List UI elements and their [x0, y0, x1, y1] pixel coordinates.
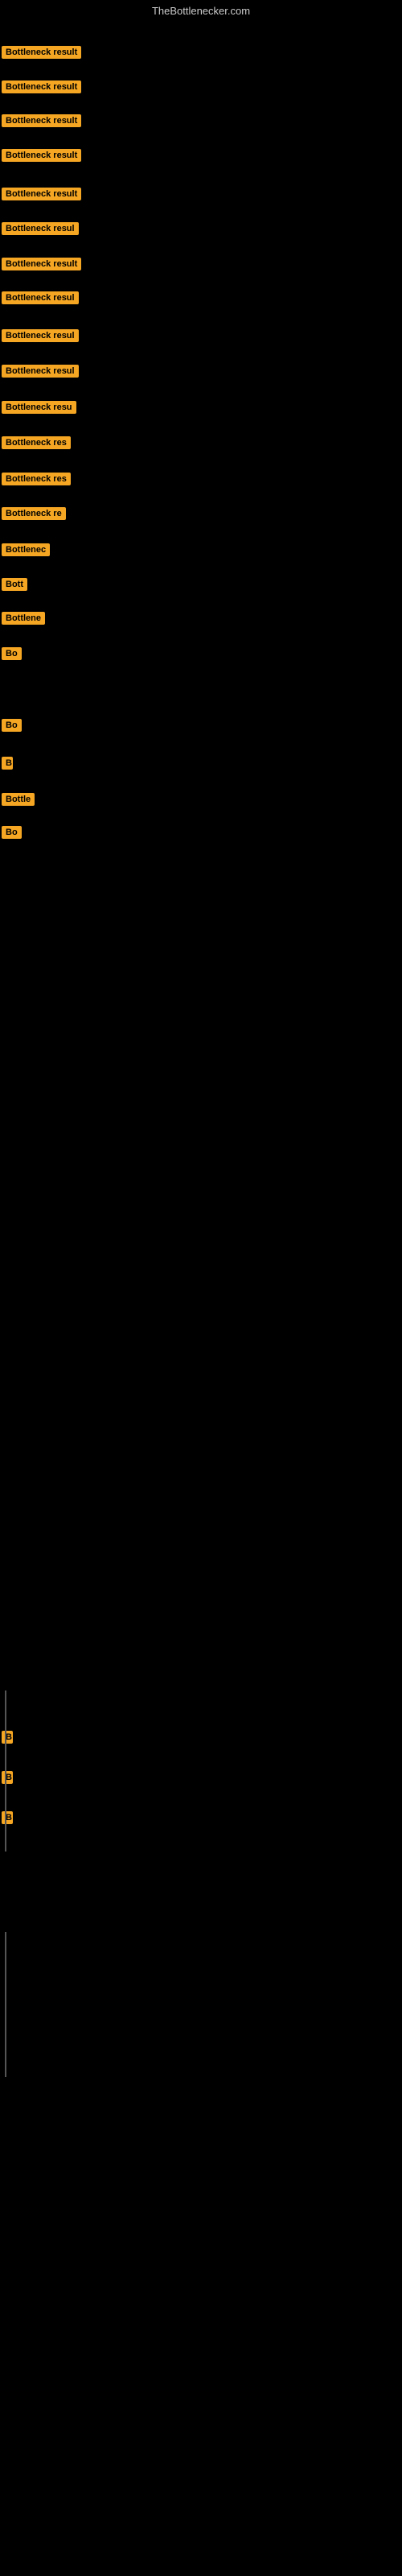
bottleneck-badge-18[interactable]: Bo: [2, 647, 22, 660]
badge-row-5: Bottleneck result: [2, 188, 81, 204]
badge-row-6: Bottleneck resul: [2, 222, 79, 239]
badge-row-2: Bottleneck result: [2, 80, 81, 97]
badge-row-22: Bo: [2, 826, 22, 843]
badge-row-13: Bottleneck res: [2, 473, 71, 489]
bottleneck-badge-2[interactable]: Bottleneck result: [2, 80, 81, 93]
bottleneck-badge-15[interactable]: Bottlenec: [2, 543, 50, 556]
bottleneck-badge-8[interactable]: Bottleneck resul: [2, 291, 79, 304]
badge-row-17: Bottlene: [2, 612, 45, 629]
badge-row-7: Bottleneck result: [2, 258, 81, 275]
bottleneck-badge-9[interactable]: Bottleneck resul: [2, 329, 79, 342]
bottleneck-badge-1[interactable]: Bottleneck result: [2, 46, 81, 59]
badge-row-12: Bottleneck res: [2, 436, 71, 453]
bottleneck-badge-23[interactable]: B: [2, 1731, 13, 1744]
bottleneck-badge-24[interactable]: B: [2, 1771, 13, 1784]
badge-row-4: Bottleneck result: [2, 149, 81, 166]
bottleneck-badge-22[interactable]: Bo: [2, 826, 22, 839]
badge-row-3: Bottleneck result: [2, 114, 81, 131]
bottleneck-badge-25[interactable]: B: [2, 1811, 13, 1824]
bottleneck-badge-7[interactable]: Bottleneck result: [2, 258, 81, 270]
badge-row-18: Bo: [2, 647, 22, 664]
bottleneck-badge-13[interactable]: Bottleneck res: [2, 473, 71, 485]
bottleneck-badge-10[interactable]: Bottleneck resul: [2, 365, 79, 378]
vertical-line-1: [5, 1690, 6, 1852]
bottleneck-badge-3[interactable]: Bottleneck result: [2, 114, 81, 127]
bottleneck-badge-12[interactable]: Bottleneck res: [2, 436, 71, 449]
bottleneck-badge-5[interactable]: Bottleneck result: [2, 188, 81, 200]
bottleneck-badge-20[interactable]: B: [2, 757, 13, 770]
badge-row-20: B: [2, 757, 13, 774]
badge-row-11: Bottleneck resu: [2, 401, 76, 418]
bottleneck-badge-16[interactable]: Bott: [2, 578, 27, 591]
badge-row-10: Bottleneck resul: [2, 365, 79, 382]
bottleneck-badge-19[interactable]: Bo: [2, 719, 22, 732]
badge-row-8: Bottleneck resul: [2, 291, 79, 308]
badge-row-15: Bottlenec: [2, 543, 50, 560]
badge-row-9: Bottleneck resul: [2, 329, 79, 346]
badge-row-24: B: [2, 1771, 13, 1788]
vertical-line-2: [5, 1932, 6, 2077]
bottleneck-badge-6[interactable]: Bottleneck resul: [2, 222, 79, 235]
bottleneck-badge-11[interactable]: Bottleneck resu: [2, 401, 76, 414]
bottleneck-badge-21[interactable]: Bottle: [2, 793, 35, 806]
badge-row-25: B: [2, 1811, 13, 1828]
badge-row-14: Bottleneck re: [2, 507, 66, 524]
bottleneck-badge-4[interactable]: Bottleneck result: [2, 149, 81, 162]
badge-row-21: Bottle: [2, 793, 35, 810]
bottleneck-badge-17[interactable]: Bottlene: [2, 612, 45, 625]
bottleneck-badge-14[interactable]: Bottleneck re: [2, 507, 66, 520]
site-title: TheBottlenecker.com: [0, 2, 402, 20]
badge-row-19: Bo: [2, 719, 22, 736]
badge-row-1: Bottleneck result: [2, 46, 81, 63]
badge-row-16: Bott: [2, 578, 27, 595]
badge-row-23: B: [2, 1731, 13, 1748]
